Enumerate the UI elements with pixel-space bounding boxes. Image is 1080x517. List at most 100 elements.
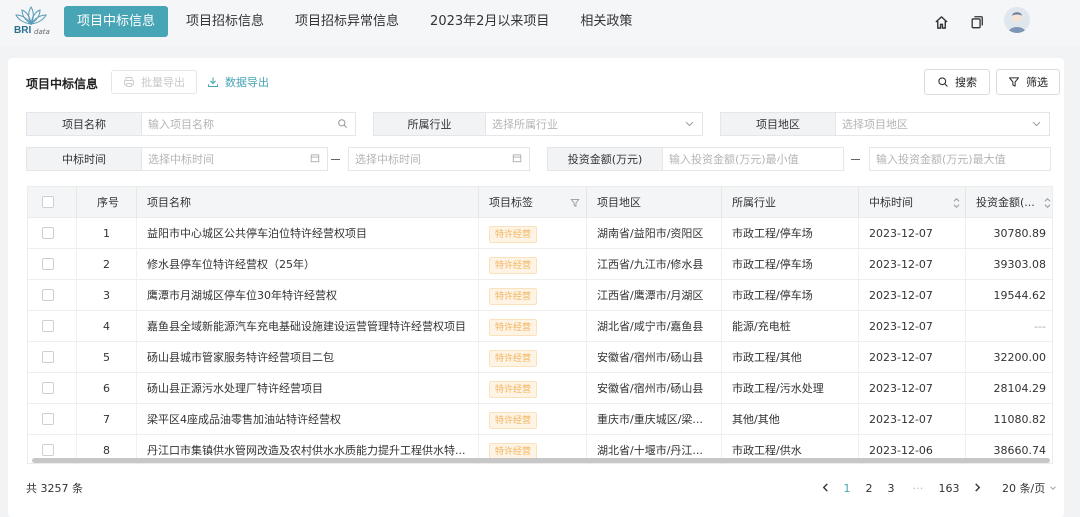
cell-region: 安徽省/宿州市/砀山县 <box>587 373 722 404</box>
search-icon <box>337 118 348 132</box>
select-all-checkbox[interactable] <box>42 196 54 208</box>
cell-name[interactable]: 鹰潭市月湖城区停车位30年特许经营权 <box>137 280 479 311</box>
row-checkbox[interactable] <box>42 289 54 301</box>
cell-name[interactable]: 修水县停车位特许经营权（25年） <box>137 249 479 280</box>
filter-button[interactable]: 筛选 <box>996 69 1060 95</box>
header-bid-time[interactable]: 中标时间 <box>859 187 966 218</box>
investment-min-input[interactable]: 输入投资金额(万元)最小值 <box>662 147 844 171</box>
bid-time-start-placeholder: 选择中标时间 <box>148 153 214 166</box>
cell-tag: 特许经营 <box>479 342 587 373</box>
prev-page-button[interactable] <box>814 482 836 495</box>
cell-index: 7 <box>77 404 137 435</box>
row-checkbox[interactable] <box>42 227 54 239</box>
row-checkbox[interactable] <box>42 258 54 270</box>
row-select-cell <box>28 249 77 280</box>
next-page-button[interactable] <box>964 482 990 495</box>
page-ellipsis[interactable]: ··· <box>902 482 934 495</box>
cell-industry: 市政工程/停车场 <box>722 249 859 280</box>
project-name-input[interactable]: 输入项目名称 <box>141 112 356 136</box>
row-checkbox[interactable] <box>42 351 54 363</box>
region-select[interactable]: 选择项目地区 <box>835 112 1050 136</box>
calendar-icon <box>512 153 522 166</box>
header-investment[interactable]: 投资金额(... <box>966 187 1052 218</box>
batch-export-button[interactable]: 批量导出 <box>111 70 197 94</box>
nav-tab-tender-abnormal[interactable]: 项目招标异常信息 <box>282 6 412 37</box>
row-select-cell <box>28 342 77 373</box>
results-table: 序号 项目名称 项目标签 项目地区 所属行业 中标时间 投资金额(... 1 益阳… <box>27 186 1053 464</box>
cell-tag: 特许经营 <box>479 373 587 404</box>
cell-industry: 市政工程/污水处理 <box>722 373 859 404</box>
cell-industry: 市政工程/停车场 <box>722 218 859 249</box>
search-button[interactable]: 搜索 <box>924 69 990 95</box>
row-select-cell <box>28 280 77 311</box>
cell-name[interactable]: 砀山县城市管家服务特许经营项目二包 <box>137 342 479 373</box>
nav-tab-bid-winning[interactable]: 项目中标信息 <box>64 6 169 37</box>
row-select-cell <box>28 373 77 404</box>
cell-industry: 能源/充电桩 <box>722 311 859 342</box>
table-row[interactable]: 1 益阳市中心城区公共停车泊位特许经营权项目 特许经营 湖南省/益阳市/资阳区 市政工程… <box>28 218 1052 249</box>
cell-name[interactable]: 梁平区4座成品油零售加油站特许经营权 <box>137 404 479 435</box>
project-tag-badge: 特许经营 <box>489 318 538 336</box>
page-size-select[interactable]: 20 条/页 <box>1002 480 1057 496</box>
user-avatar[interactable] <box>1004 7 1030 33</box>
chevron-down-icon <box>684 118 695 132</box>
investment-max-input[interactable]: 输入投资金额(万元)最大值 <box>869 147 1051 171</box>
table-row[interactable]: 4 嘉鱼县全域新能源汽车充电基础设施建设运营管理特许经营权项目 特许经营 湖北省/咸宁… <box>28 311 1052 342</box>
row-checkbox[interactable] <box>42 444 54 456</box>
page-163[interactable]: 163 <box>934 482 964 495</box>
row-checkbox[interactable] <box>42 382 54 394</box>
bid-time-start-picker[interactable]: 选择中标时间 <box>141 147 328 171</box>
top-right-icons <box>914 7 1030 33</box>
cell-name[interactable]: 嘉鱼县全域新能源汽车充电基础设施建设运营管理特许经营权项目 <box>137 311 479 342</box>
cell-time: 2023-12-07 <box>859 311 966 342</box>
page-2[interactable]: 2 <box>858 482 880 495</box>
nav-tab-policies[interactable]: 相关政策 <box>567 6 645 37</box>
range-dash <box>851 159 860 160</box>
main-nav: 项目中标信息 项目招标信息 项目招标异常信息 2023年2月以来项目 相关政策 <box>64 6 650 37</box>
project-name-label: 项目名称 <box>26 112 142 136</box>
download-icon <box>207 77 219 88</box>
avatar-person-icon <box>1008 12 1026 33</box>
logo-subtext: data <box>34 28 50 36</box>
page-1[interactable]: 1 <box>836 482 858 495</box>
cell-region: 重庆市/重庆城区/梁... <box>587 404 722 435</box>
top-nav-bar: BRI data 项目中标信息 项目招标信息 项目招标异常信息 2023年2月以… <box>0 0 1080 46</box>
cell-time: 2023-12-07 <box>859 280 966 311</box>
region-placeholder: 选择项目地区 <box>842 118 908 131</box>
industry-select[interactable]: 选择所属行业 <box>485 112 703 136</box>
header-investment-label: 投资金额(... <box>976 196 1035 209</box>
bri-data-logo[interactable]: BRI data <box>10 4 52 42</box>
table-row[interactable]: 2 修水县停车位特许经营权（25年） 特许经营 江西省/九江市/修水县 市政工程/停车场… <box>28 249 1052 280</box>
cell-index: 1 <box>77 218 137 249</box>
home-icon[interactable] <box>932 13 950 31</box>
sort-icon <box>1044 197 1051 209</box>
filter-button-label: 筛选 <box>1026 76 1048 89</box>
table-row[interactable]: 6 砀山县正源污水处理厂特许经营项目 特许经营 安徽省/宿州市/砀山县 市政工程/污水处… <box>28 373 1052 404</box>
cell-time: 2023-12-07 <box>859 373 966 404</box>
nav-tab-tender[interactable]: 项目招标信息 <box>173 6 277 37</box>
horizontal-scrollbar[interactable] <box>32 458 1050 463</box>
table-row[interactable]: 5 砀山县城市管家服务特许经营项目二包 特许经营 安徽省/宿州市/砀山县 市政工程/其他… <box>28 342 1052 373</box>
cell-name[interactable]: 益阳市中心城区公共停车泊位特许经营权项目 <box>137 218 479 249</box>
investment-min-placeholder: 输入投资金额(万元)最小值 <box>669 153 799 166</box>
bid-time-label: 中标时间 <box>26 147 142 171</box>
table-row[interactable]: 7 梁平区4座成品油零售加油站特许经营权 特许经营 重庆市/重庆城区/梁... 其他/其… <box>28 404 1052 435</box>
investment-label: 投资金额(万元) <box>547 147 663 171</box>
page-3[interactable]: 3 <box>880 482 902 495</box>
funnel-icon <box>1008 77 1020 87</box>
copy-icon[interactable] <box>968 13 986 31</box>
nav-tab-since-feb-2023[interactable]: 2023年2月以来项目 <box>417 6 562 37</box>
data-export-button[interactable]: 数据导出 <box>207 70 269 94</box>
project-tag-badge: 特许经营 <box>489 287 538 305</box>
cell-time: 2023-12-07 <box>859 342 966 373</box>
table-row[interactable]: 3 鹰潭市月湖城区停车位30年特许经营权 特许经营 江西省/鹰潭市/月湖区 市政工程/停… <box>28 280 1052 311</box>
row-checkbox[interactable] <box>42 413 54 425</box>
bid-time-end-picker[interactable]: 选择中标时间 <box>348 147 530 171</box>
row-select-cell <box>28 311 77 342</box>
row-checkbox[interactable] <box>42 320 54 332</box>
cell-name[interactable]: 砀山县正源污水处理厂特许经营项目 <box>137 373 479 404</box>
header-project-tag[interactable]: 项目标签 <box>479 187 587 218</box>
cell-index: 5 <box>77 342 137 373</box>
cell-index: 4 <box>77 311 137 342</box>
logo-text: BRI <box>14 25 32 36</box>
